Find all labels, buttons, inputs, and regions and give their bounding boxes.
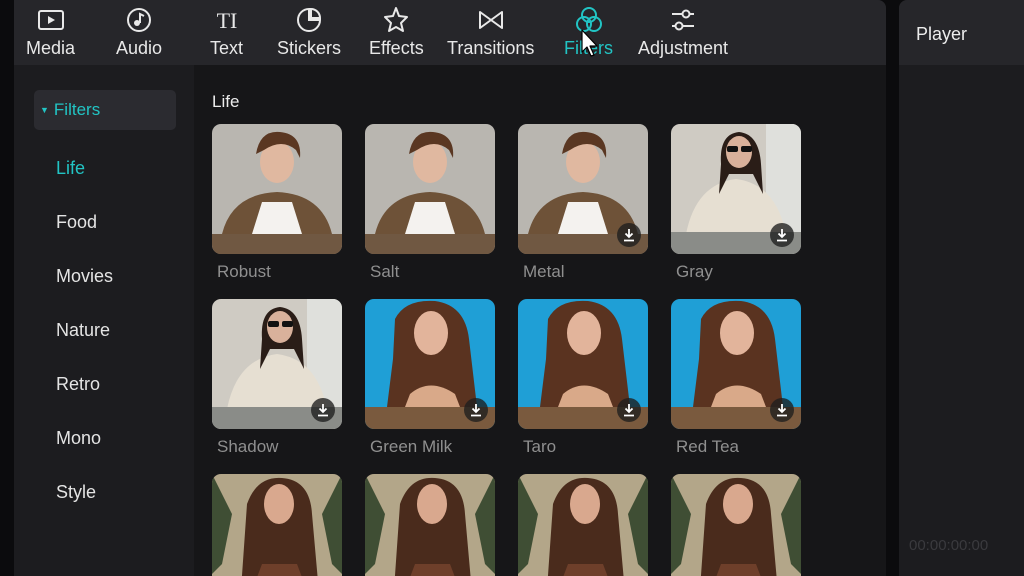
filter-name: Taro xyxy=(523,437,557,456)
caret-down-icon: ▼ xyxy=(40,105,49,115)
category-nature[interactable]: Nature xyxy=(56,320,110,341)
filter-card[interactable] xyxy=(518,124,648,254)
filter-name: Red Tea xyxy=(676,437,740,456)
filter-card[interactable] xyxy=(671,124,801,254)
filter-thumbnail xyxy=(212,474,342,576)
filters-header-label: Filters xyxy=(53,100,101,119)
mouse-cursor-icon xyxy=(581,29,598,57)
download-icon[interactable] xyxy=(464,398,488,422)
filter-name: Metal xyxy=(523,262,565,281)
filter-thumbnail xyxy=(365,474,495,576)
tab-adjustment[interactable]: Adjustment xyxy=(638,5,728,61)
media-icon xyxy=(37,10,64,30)
filter-name: Shadow xyxy=(217,437,279,456)
category-retro[interactable]: Retro xyxy=(56,374,100,395)
filter-card[interactable] xyxy=(212,474,342,576)
filter-card[interactable] xyxy=(671,299,801,429)
tab-label: Media xyxy=(26,38,76,58)
filter-name: Salt xyxy=(370,262,400,281)
player-panel: Player 00:00:00:00 xyxy=(899,0,1024,576)
download-icon[interactable] xyxy=(770,223,794,247)
tab-label: Audio xyxy=(116,38,163,58)
filter-thumbnail xyxy=(671,474,801,576)
toolbar: Media Audio TI Text Stickers Effects Tra… xyxy=(14,0,886,65)
download-icon[interactable] xyxy=(770,398,794,422)
transitions-icon xyxy=(478,11,503,29)
player-header: Player xyxy=(899,0,1024,65)
tab-effects[interactable]: Effects xyxy=(369,5,424,61)
tab-label: Stickers xyxy=(277,38,342,58)
filter-thumbnail xyxy=(212,124,342,254)
text-icon-glyph: TI xyxy=(216,8,237,33)
filter-name: Green Milk xyxy=(370,437,453,456)
filters-category-header[interactable]: ▼ Filters xyxy=(34,90,176,130)
filter-card[interactable] xyxy=(212,299,342,429)
tab-text[interactable]: TI Text xyxy=(210,5,243,61)
filter-card[interactable] xyxy=(365,299,495,429)
category-movies[interactable]: Movies xyxy=(56,266,113,287)
tab-label: Adjustment xyxy=(638,38,729,58)
category-mono[interactable]: Mono xyxy=(56,428,101,449)
filter-categories-sidebar: ▼ Filters Life Food Movies Nature Retro … xyxy=(14,65,192,576)
filter-card[interactable] xyxy=(671,474,801,576)
filter-thumbnail xyxy=(365,124,495,254)
filter-card[interactable] xyxy=(365,474,495,576)
tab-media[interactable]: Media xyxy=(26,5,75,61)
tab-label: Text xyxy=(210,38,244,58)
effects-icon xyxy=(384,7,409,32)
player-title: Player xyxy=(916,24,968,44)
filter-thumbnail xyxy=(518,474,648,576)
adjustment-icon xyxy=(672,9,695,31)
filter-card[interactable] xyxy=(518,474,648,576)
audio-icon xyxy=(127,8,152,32)
download-icon[interactable] xyxy=(311,398,335,422)
download-icon[interactable] xyxy=(617,398,641,422)
tab-transitions[interactable]: Transitions xyxy=(447,5,534,61)
category-food[interactable]: Food xyxy=(56,212,97,233)
stickers-icon xyxy=(297,7,322,32)
download-icon[interactable] xyxy=(617,223,641,247)
filter-name: Gray xyxy=(676,262,713,281)
tab-stickers[interactable]: Stickers xyxy=(277,5,341,61)
tab-label: Effects xyxy=(369,38,424,58)
timecode: 00:00:00:00 xyxy=(909,537,989,554)
tab-label: Transitions xyxy=(447,38,535,58)
category-life[interactable]: Life xyxy=(56,158,85,179)
tab-audio[interactable]: Audio xyxy=(116,5,162,61)
editor-panel: Media Audio TI Text Stickers Effects Tra… xyxy=(14,0,886,576)
filter-name: Robust xyxy=(217,262,271,281)
filter-gallery: Life Robust Salt Metal Gray Shadow Green Milk… xyxy=(194,65,886,576)
text-icon: TI xyxy=(216,8,237,33)
filter-card[interactable] xyxy=(518,299,648,429)
category-style[interactable]: Style xyxy=(56,482,96,503)
filter-card[interactable] xyxy=(212,124,342,254)
section-title: Life xyxy=(212,92,240,111)
filter-card[interactable] xyxy=(365,124,495,254)
